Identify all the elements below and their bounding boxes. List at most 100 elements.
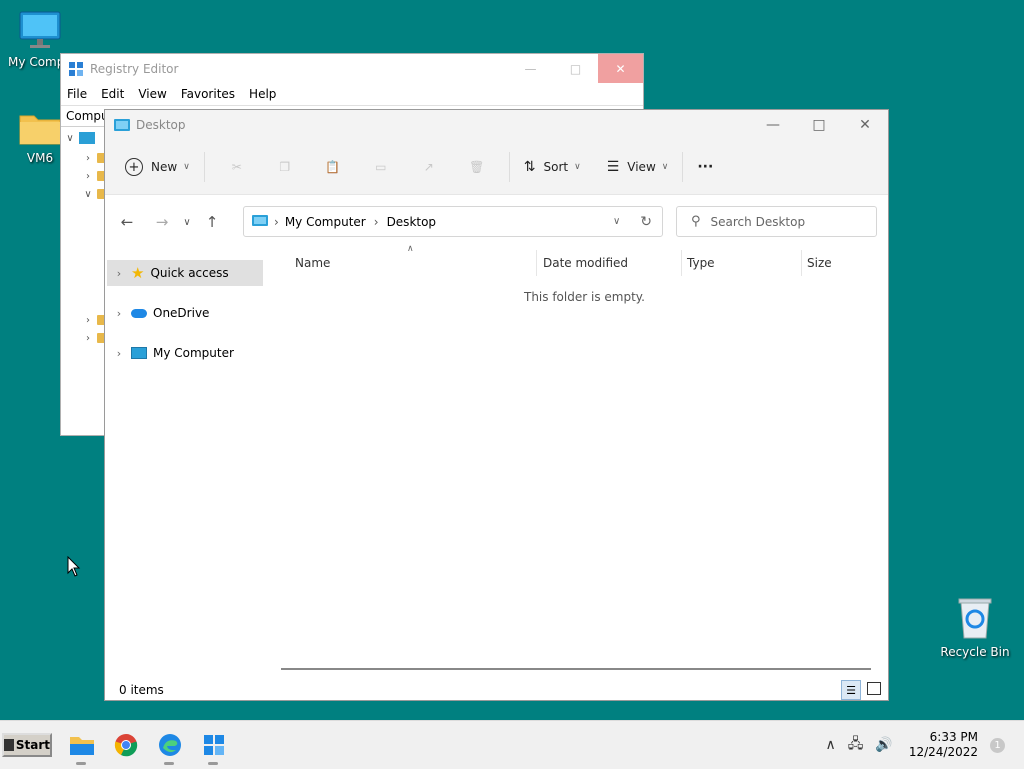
taskbar: Start ∧ 🖧 🔊 6:33 PM 12/24/2022 1: [0, 720, 1024, 769]
breadcrumb-separator-icon: ›: [274, 214, 279, 229]
refresh-icon[interactable]: ↻: [640, 214, 652, 230]
notification-badge[interactable]: 1: [990, 737, 1005, 753]
paste-icon[interactable]: 📋: [319, 153, 347, 181]
maximize-button[interactable]: □: [796, 110, 842, 140]
view-button[interactable]: ☰ View ∨: [601, 151, 675, 183]
search-box[interactable]: ⚲ Search Desktop: [676, 206, 877, 237]
up-arrow-icon[interactable]: ↑: [197, 207, 227, 237]
new-button-label: New: [151, 160, 178, 174]
minimize-button[interactable]: —: [750, 110, 796, 140]
breadcrumb-desktop[interactable]: Desktop: [387, 215, 437, 229]
menu-help[interactable]: Help: [249, 87, 276, 101]
close-button[interactable]: ✕: [842, 110, 888, 140]
sidebar-item-onedrive[interactable]: › OneDrive: [107, 300, 263, 326]
empty-folder-message: This folder is empty.: [524, 290, 645, 304]
running-indicator: [164, 762, 174, 765]
clock-time: 6:33 PM: [929, 730, 978, 744]
chevron-down-icon: ∨: [574, 162, 581, 172]
sidebar-item-my-computer[interactable]: › My Computer: [107, 340, 263, 366]
column-header-name[interactable]: Name: [295, 256, 330, 270]
tree-node-computer[interactable]: ∨: [65, 129, 95, 147]
sort-button-label: Sort: [543, 160, 569, 174]
desktop-icon-recycle-bin[interactable]: Recycle Bin: [935, 596, 1015, 659]
breadcrumb-my-computer[interactable]: My Computer: [285, 215, 366, 229]
start-button[interactable]: Start: [2, 733, 52, 757]
chevron-right-icon[interactable]: ›: [107, 267, 131, 280]
mouse-cursor-icon: [67, 556, 81, 577]
volume-icon[interactable]: 🔊: [875, 737, 892, 753]
sidebar-item-quick-access[interactable]: › ★ Quick access: [107, 260, 263, 286]
share-icon[interactable]: ↗: [415, 153, 443, 181]
menu-bar: File Edit View Favorites Help: [61, 83, 643, 106]
address-history-chevron-icon[interactable]: ∨: [613, 216, 620, 227]
desktop-folder-icon: [114, 119, 130, 131]
maximize-button[interactable]: □: [553, 54, 598, 83]
search-icon: ⚲: [691, 214, 701, 229]
close-button[interactable]: ✕: [598, 54, 643, 83]
explorer-titlebar[interactable]: Desktop — □ ✕: [105, 110, 888, 140]
rename-icon[interactable]: ▭: [367, 153, 395, 181]
column-header-size[interactable]: Size: [807, 256, 832, 270]
minimize-button[interactable]: —: [508, 54, 553, 83]
more-options-button[interactable]: ···: [691, 151, 719, 183]
sort-button[interactable]: ⇅ Sort ∨: [518, 151, 587, 183]
taskbar-file-explorer[interactable]: [60, 723, 104, 767]
folder-icon: [19, 115, 61, 145]
menu-favorites[interactable]: Favorites: [181, 87, 235, 101]
column-divider[interactable]: [801, 250, 802, 276]
chevron-right-icon[interactable]: ›: [83, 171, 93, 182]
chrome-icon: [114, 734, 138, 757]
back-arrow-icon[interactable]: ←: [112, 207, 142, 237]
clock[interactable]: 6:33 PM 12/24/2022: [909, 730, 978, 760]
column-divider[interactable]: [681, 250, 682, 276]
start-button-label: Start: [15, 738, 50, 752]
forward-arrow-icon[interactable]: →: [147, 207, 177, 237]
chevron-right-icon[interactable]: ›: [107, 347, 131, 360]
search-input[interactable]: Search Desktop: [711, 215, 806, 229]
column-header-date-modified[interactable]: Date modified: [543, 256, 628, 270]
taskbar-registry-editor[interactable]: [192, 723, 236, 767]
chevron-down-icon: ∨: [661, 162, 669, 172]
plus-circle-icon: +: [125, 158, 143, 176]
column-divider[interactable]: [536, 250, 537, 276]
taskbar-chrome[interactable]: [104, 723, 148, 767]
desktop-icon-label: Recycle Bin: [940, 645, 1010, 659]
computer-icon: [252, 215, 268, 226]
file-explorer-window[interactable]: Desktop — □ ✕ + New ∨ ✂ ❐ 📋 ▭ ↗ 🗑 ⇅ Sort…: [104, 109, 889, 701]
sort-indicator-icon: ∧: [407, 244, 414, 254]
chevron-right-icon[interactable]: ›: [83, 333, 93, 344]
chevron-right-icon[interactable]: ›: [83, 315, 93, 326]
chevron-down-icon[interactable]: ∨: [65, 133, 75, 144]
new-button[interactable]: + New ∨: [119, 151, 196, 183]
computer-icon: [131, 347, 147, 359]
chevron-up-icon[interactable]: ∧: [826, 737, 836, 753]
network-icon[interactable]: 🖧: [848, 733, 864, 757]
menu-edit[interactable]: Edit: [101, 87, 124, 101]
recent-locations-chevron-icon[interactable]: ∨: [177, 207, 197, 237]
column-header-type[interactable]: Type: [687, 256, 715, 270]
large-icons-view-icon[interactable]: [867, 682, 881, 695]
chevron-right-icon[interactable]: ›: [107, 307, 131, 320]
monitor-icon: [19, 11, 61, 48]
delete-icon[interactable]: 🗑: [463, 153, 491, 181]
cut-icon[interactable]: ✂: [223, 153, 251, 181]
status-item-count: 0 items: [119, 683, 164, 697]
window-title: Desktop: [136, 118, 186, 132]
address-bar[interactable]: › My Computer › Desktop ∨ ↻: [243, 206, 663, 237]
chevron-down-icon[interactable]: ∨: [83, 189, 93, 200]
sidebar-item-label: My Computer: [153, 346, 234, 360]
breadcrumb-separator-icon: ›: [373, 214, 379, 229]
horizontal-scrollbar[interactable]: [281, 668, 871, 670]
menu-file[interactable]: File: [67, 87, 87, 101]
system-tray: ∧ 🖧 🔊 6:33 PM 12/24/2022 1: [820, 721, 1024, 769]
registry-icon: [69, 61, 83, 76]
chevron-right-icon[interactable]: ›: [83, 153, 93, 164]
star-icon: ★: [131, 264, 145, 282]
taskbar-edge[interactable]: [148, 723, 192, 767]
copy-icon[interactable]: ❐: [271, 153, 299, 181]
computer-icon: [79, 132, 95, 144]
menu-view[interactable]: View: [138, 87, 166, 101]
registry-editor-titlebar[interactable]: Registry Editor — □ ✕: [61, 54, 643, 83]
details-view-icon[interactable]: ☰: [841, 680, 861, 700]
command-bar: + New ∨ ✂ ❐ 📋 ▭ ↗ 🗑 ⇅ Sort ∨ ☰ View ∨ ··…: [105, 140, 888, 195]
